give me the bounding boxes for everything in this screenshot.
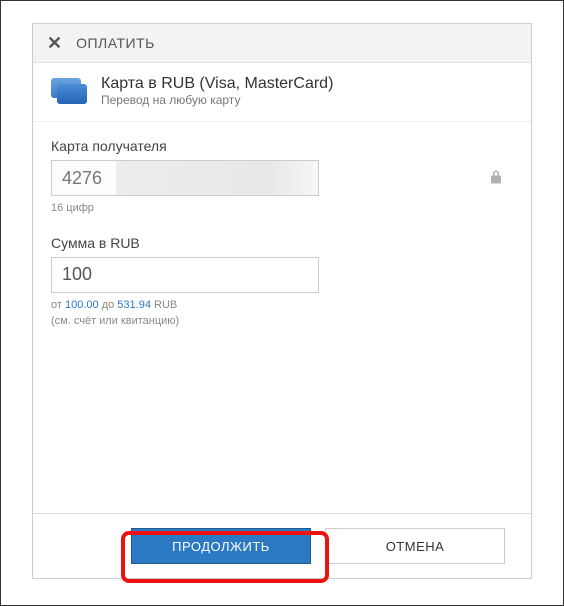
payment-method-row: Карта в RUB (Visa, MasterCard) Перевод н… bbox=[33, 63, 531, 122]
payment-dialog: ✕ ОПЛАТИТЬ Карта в RUB (Visa, MasterCard… bbox=[32, 23, 532, 579]
recipient-card-input-wrap bbox=[51, 160, 513, 196]
lock-icon bbox=[481, 170, 511, 187]
recipient-card-label: Карта получателя bbox=[51, 138, 513, 154]
amount-min: 100.00 bbox=[65, 299, 99, 311]
amount-label: Сумма в RUB bbox=[51, 235, 513, 251]
payment-method-title: Карта в RUB (Visa, MasterCard) bbox=[101, 75, 333, 93]
amount-input-wrap bbox=[51, 257, 513, 293]
close-icon[interactable]: ✕ bbox=[47, 34, 62, 52]
card-icon bbox=[51, 78, 87, 104]
recipient-card-input bbox=[51, 160, 319, 196]
payment-method-text: Карта в RUB (Visa, MasterCard) Перевод н… bbox=[101, 75, 333, 107]
payment-method-subtitle: Перевод на любую карту bbox=[101, 93, 333, 107]
dialog-header: ✕ ОПЛАТИТЬ bbox=[33, 24, 531, 63]
amount-hint: от 100.00 до 531.94 RUB (см. счёт или кв… bbox=[51, 297, 513, 330]
amount-hint-mid: до bbox=[99, 299, 118, 311]
amount-max: 531.94 bbox=[117, 299, 151, 311]
payment-form: Карта получателя 16 цифр Сумма в RUB от … bbox=[33, 122, 531, 513]
amount-hint-line2: (см. счёт или квитанцию) bbox=[51, 315, 179, 327]
amount-hint-prefix: от bbox=[51, 299, 65, 311]
recipient-card-hint: 16 цифр bbox=[51, 200, 513, 217]
dialog-footer: ПРОДОЛЖИТЬ ОТМЕНА bbox=[33, 513, 531, 578]
dialog-title: ОПЛАТИТЬ bbox=[76, 35, 155, 51]
amount-input[interactable] bbox=[51, 257, 319, 293]
cancel-button[interactable]: ОТМЕНА bbox=[325, 528, 505, 564]
continue-button[interactable]: ПРОДОЛЖИТЬ bbox=[131, 528, 311, 564]
amount-hint-suffix: RUB bbox=[151, 299, 177, 311]
